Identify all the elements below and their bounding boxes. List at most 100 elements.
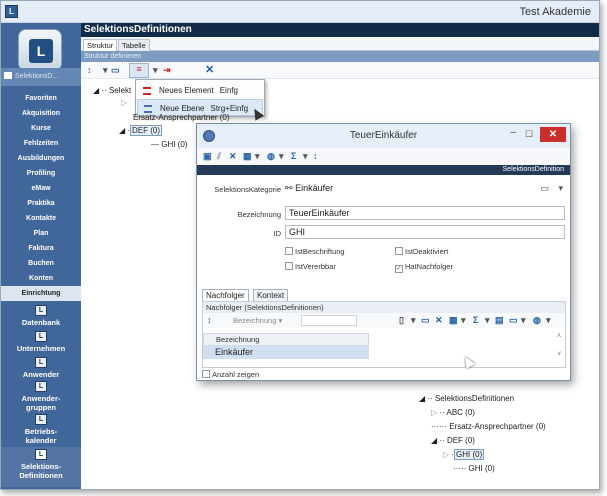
sum-icon[interactable]: Σ [473,315,478,326]
chevron-down-icon[interactable]: ▾ [558,181,563,195]
folder-icon[interactable]: ▭ [540,181,549,195]
tree-node-root[interactable]: ◢ ·· SelektionsDefinitionen [419,393,514,404]
table-row[interactable]: Einkäufer [203,346,369,359]
sidebar-item-favoriten[interactable]: Favoriten [1,91,81,106]
id-input[interactable]: GHI [285,225,565,239]
scroll-up-icon[interactable]: ˄ [557,333,561,340]
sidebar-item-kurse[interactable]: Kurse [1,121,81,136]
minimize-icon[interactable]: – [506,128,520,140]
document-tabs: Struktur Tabelle [81,37,599,51]
save-icon[interactable]: ▣ [203,151,212,162]
tree-node-ghi-selected[interactable]: ▷ · GHI (0) [443,449,485,460]
delete-icon[interactable]: ✕ [229,151,237,162]
checkbox-istvererbbar[interactable]: IstVererbbar [285,262,336,271]
tile-unternehmen[interactable]: L Unternehmen [1,331,81,353]
bezeichnung-input[interactable]: TeuerEinkäufer [285,206,565,220]
app-titlebar: L Test Akademie [1,1,599,23]
list-icon[interactable]: ≡ [129,63,149,78]
sort-icon[interactable]: ↕ [313,151,318,162]
structure-toolbar: ↕ ▾ ▭ ≡ ▾ ⇥ ✕ [81,62,599,79]
folder-icon[interactable]: ▭ [421,315,430,326]
id-label: ID [273,229,282,238]
app-logo-icon[interactable]: L [5,5,18,18]
dropdown-arrow-icon[interactable]: ▾ [103,65,108,76]
dropdown-arrow-icon[interactable]: ▾ [153,65,158,76]
sort-icon[interactable]: ↕ [87,65,92,76]
sidebar-item-akquisition[interactable]: Akquisition [1,106,81,121]
new-document-icon[interactable]: ▯ [399,315,404,326]
tree-node-def[interactable]: ◢ · DEF (0) [119,125,163,136]
nachfolger-header: Nachfolger (SelektionsDefinitionen) [203,302,565,313]
sidebar-item-plan[interactable]: Plan [1,226,81,241]
scrollbar[interactable]: ˄ ˅ [555,332,563,366]
database-icon: L [35,305,47,316]
list-icon [143,87,151,95]
folder-icon[interactable]: ▭ [111,65,120,76]
dropdown-arrow-icon[interactable]: ▾ [461,315,466,326]
tile-betriebskalender[interactable]: L Betriebs-kalender [1,414,81,445]
dropdown-arrow-icon[interactable]: ▾ [411,315,416,326]
attach-icon[interactable]: ⫽ [217,151,221,162]
tile-anwender[interactable]: L Anwender [1,357,81,379]
tab-kontext[interactable]: Kontext [253,289,289,301]
checkbox-hatnachfolger[interactable]: ✓ HatNachfolger [395,262,453,273]
sort-icon[interactable]: ↕ [207,315,212,326]
sidebar-item-kontakte[interactable]: Kontakte [1,211,81,226]
kategorie-select[interactable]: ⚯ Einkäufer ▭ ▾ [285,181,567,195]
sidebar-item-profiling[interactable]: Profiling [1,166,81,181]
tab-tabelle[interactable]: Tabelle [118,39,150,51]
dropdown-arrow-icon[interactable]: ▾ [546,315,551,326]
tree-node-ersatz[interactable]: Ersatz-Ansprechpartner (0) [133,112,229,123]
sort-field-select[interactable]: Bezeichnung ▾ [233,316,282,325]
maximize-icon[interactable]: ☐ [522,128,536,140]
dropdown-arrow-icon[interactable]: ▾ [485,315,490,326]
tree-node-ghi[interactable]: ····· GHI (0) [453,463,495,474]
table-icon[interactable]: ▦ [449,315,458,326]
globe-icon[interactable]: ◍ [533,315,541,326]
checkbox-istdeaktiviert[interactable]: IstDeaktiviert [395,247,448,256]
column-header-bezeichnung[interactable]: Bezeichnung [203,333,369,346]
window-icon[interactable]: ▭ [509,315,518,326]
sidebar-item-fehlzeiten[interactable]: Fehlzeiten [1,136,81,151]
table-icon[interactable]: ▦ [243,151,252,162]
tile-selektionsdefinitionen[interactable]: L Selektions- Definitionen [1,447,81,487]
dropdown-arrow-icon[interactable]: ▾ [303,151,308,162]
sidebar-item-buchen[interactable]: Buchen [1,256,81,271]
checkbox-anzahl-zeigen[interactable]: Anzahl zeigen [202,370,259,379]
module-icon [4,72,12,79]
app-title: Test Akademie [519,6,591,18]
tree-node-root[interactable]: ◢ ·· Selekt [93,85,131,96]
tile-datenbank[interactable]: L Datenbank [1,305,81,327]
close-icon[interactable]: ✕ [540,127,566,142]
filter-input[interactable] [301,315,357,326]
sidebar-item-faktura[interactable]: Faktura [1,241,81,256]
tree-node-def[interactable]: ◢ ·· DEF (0) [431,435,475,446]
tree-expander[interactable]: ▷ [121,97,127,108]
sidebar-item-emaw[interactable]: eMaw [1,181,81,196]
sidebar-item-praktika[interactable]: Praktika [1,196,81,211]
globe-icon[interactable]: ◍ [267,151,275,162]
menu-item-new-element[interactable]: Neues Element Einfg [137,82,263,99]
tab-struktur[interactable]: Struktur [83,39,118,51]
delete-icon[interactable]: ✕ [205,65,214,76]
tile-anwendergruppen[interactable]: L Anwender-gruppen [1,381,81,412]
sum-icon[interactable]: Σ [291,151,296,162]
sidebar-item-ausbildungen[interactable]: Ausbildungen [1,151,81,166]
tab-nachfolger[interactable]: Nachfolger [202,289,249,301]
tree-node-ersatz[interactable]: ······ Ersatz-Ansprechpartner (0) [431,421,546,432]
selection-icon: L [35,449,47,460]
sidebar-item-einrichtung[interactable]: Einrichtung [1,286,81,301]
sidebar-item-konten[interactable]: Konten [1,271,81,286]
checkbox-istbeschriftung[interactable]: IstBeschriftung [285,247,345,256]
dropdown-arrow-icon[interactable]: ▾ [521,315,526,326]
calendar-icon[interactable]: ▤ [495,315,504,326]
delete-icon[interactable]: ✕ [435,315,443,326]
scroll-down-icon[interactable]: ˅ [557,351,561,358]
sidebar-current-module[interactable]: SelektionsD... [1,68,81,86]
tree-node-ghi[interactable]: — GHI (0) [151,139,187,150]
export-icon[interactable]: ⇥ [163,65,171,76]
dropdown-arrow-icon[interactable]: ▾ [255,151,260,162]
link-icon: ⚯ [285,183,293,193]
tree-node-abc[interactable]: ▷ ·· ABC (0) [431,407,475,418]
dropdown-arrow-icon[interactable]: ▾ [279,151,284,162]
